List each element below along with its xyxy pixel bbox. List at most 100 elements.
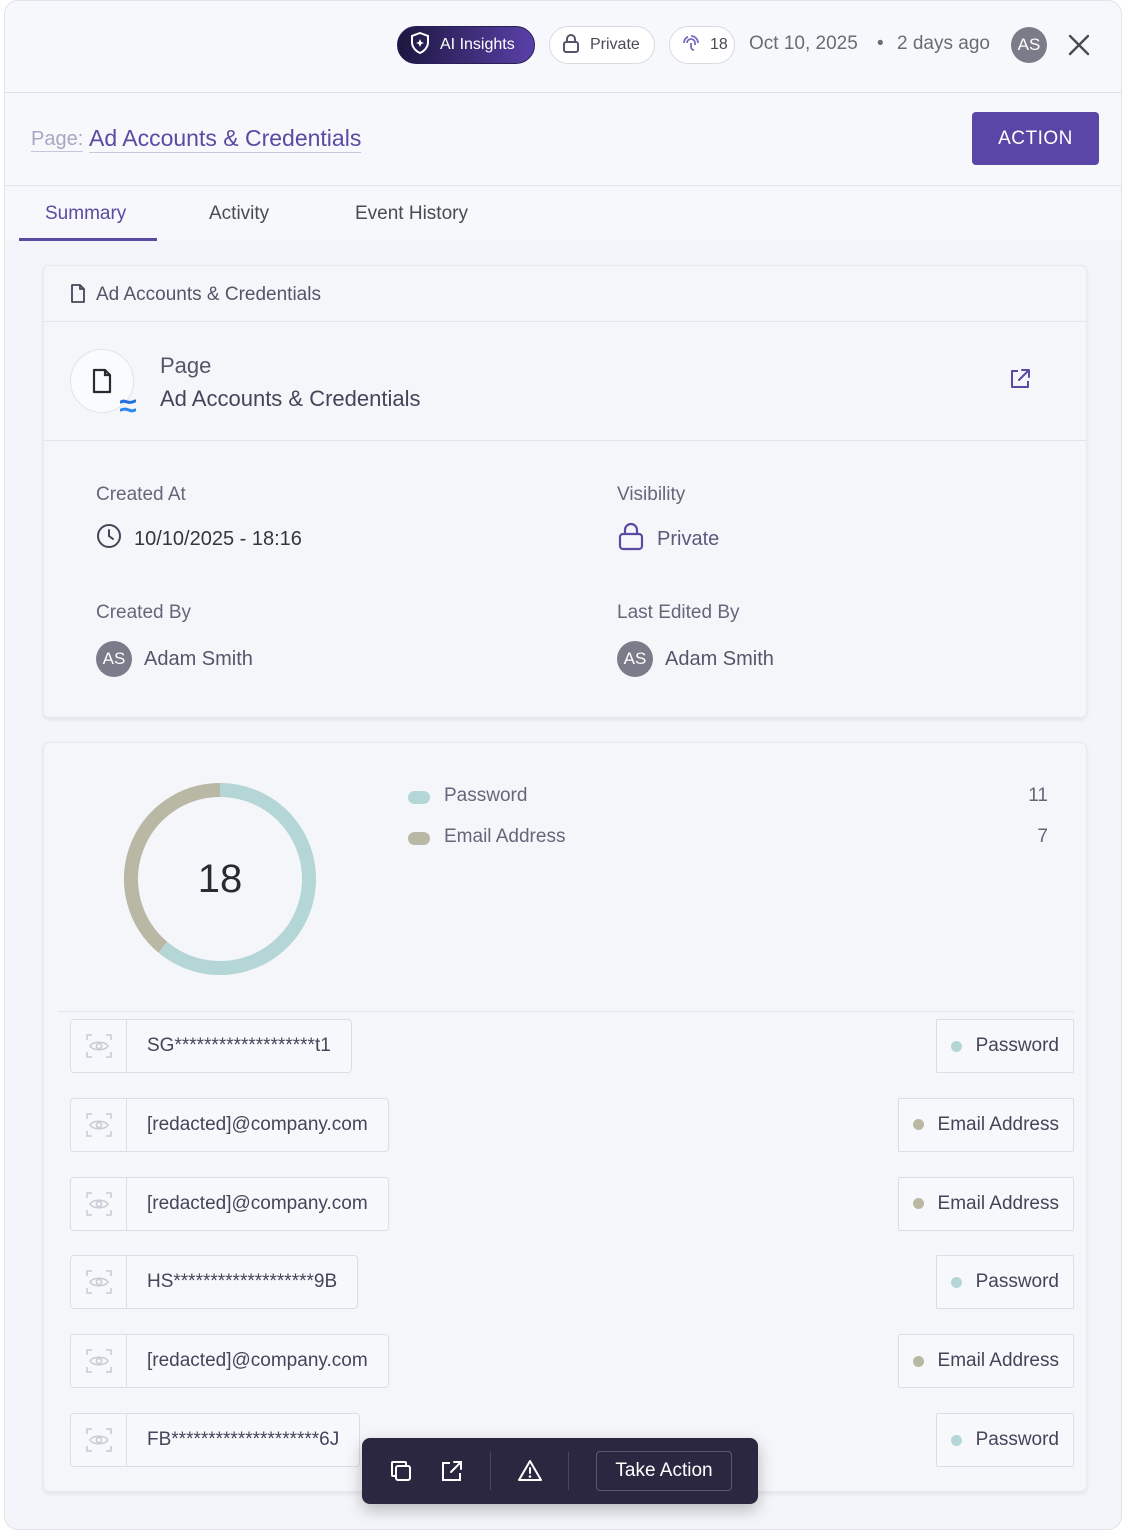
avatar[interactable]: AS: [1011, 27, 1047, 63]
take-action-button[interactable]: Take Action: [596, 1451, 732, 1491]
date-separator: •: [877, 33, 884, 54]
finding-type-label: Email Address: [937, 1192, 1059, 1214]
secret-value: [redacted]@company.com: [147, 1192, 368, 1214]
findings-card: 18 Password 11 Email Address 7 SG**********…: [43, 742, 1087, 1492]
secret-value-field: SG*******************t1: [70, 1019, 352, 1073]
page-resource-row: Page Ad Accounts & Credentials: [44, 323, 1086, 441]
secret-value: SG*******************t1: [147, 1035, 331, 1056]
secret-value-field: FB********************6J: [70, 1413, 361, 1467]
finding-row[interactable]: SG*******************t1 Password: [44, 1019, 1086, 1073]
created-at-value: 10/10/2025 - 18:16: [96, 523, 302, 555]
confluence-icon: [119, 399, 137, 418]
resource-name: Ad Accounts & Credentials: [160, 386, 421, 411]
ai-insights-button[interactable]: AI Insights: [397, 26, 535, 64]
details-card: Ad Accounts & Credentials Page Ad Accoun…: [43, 265, 1087, 718]
page-title-link[interactable]: Ad Accounts & Credentials: [89, 125, 362, 153]
tab-event-history[interactable]: Event History: [355, 203, 468, 225]
visibility-label: Visibility: [617, 484, 686, 505]
shield-sparkle-icon: [410, 31, 430, 59]
resource-type: Page: [160, 353, 212, 378]
external-link-icon[interactable]: [439, 1458, 465, 1484]
secret-value-field: [redacted]@company.com: [70, 1097, 389, 1152]
top-bar: AI Insights Private 18 Oct 10, 2025 • 2 …: [5, 1, 1121, 93]
type-dot: [912, 1198, 924, 1210]
secret-value-field: HS*******************9B: [70, 1255, 359, 1310]
findings-count-pill[interactable]: 18: [669, 26, 735, 64]
external-link-icon[interactable]: [1008, 367, 1032, 396]
legend-value: 7: [1037, 826, 1048, 847]
copy-icon[interactable]: [388, 1458, 414, 1484]
legend-item[interactable]: Password 11: [408, 785, 1048, 811]
fingerprint-icon: [682, 34, 700, 57]
created-at-text: 10/10/2025 - 18:16: [134, 527, 302, 550]
close-icon[interactable]: [1065, 31, 1093, 59]
finding-row[interactable]: [redacted]@company.com Email Address: [44, 1176, 1086, 1231]
visibility-value: Private: [617, 521, 719, 557]
visibility-pill-label: Private: [590, 36, 640, 53]
legend-swatch: [408, 832, 430, 845]
visibility-pill[interactable]: Private: [549, 26, 655, 64]
finding-type-label: Password: [975, 1035, 1059, 1056]
avatar: AS: [96, 641, 132, 677]
finding-type-label: Email Address: [937, 1350, 1059, 1372]
legend-label: Password: [444, 785, 528, 806]
document-icon: [70, 284, 86, 308]
type-dot: [950, 1434, 962, 1446]
reveal-eye-icon[interactable]: [71, 1177, 127, 1230]
reveal-eye-icon[interactable]: [71, 1414, 127, 1466]
active-tab-indicator: [19, 238, 157, 241]
tab-summary[interactable]: Summary: [45, 203, 126, 225]
created-by-name: Adam Smith: [144, 647, 253, 670]
clock-icon: [96, 523, 122, 555]
last-edited-value: AS Adam Smith: [617, 641, 774, 677]
warning-icon[interactable]: [517, 1458, 543, 1484]
lock-icon: [562, 33, 580, 58]
divider: [58, 1011, 1074, 1012]
type-dot: [912, 1355, 924, 1367]
finding-row[interactable]: [redacted]@company.com Email Address: [44, 1097, 1086, 1152]
reveal-eye-icon[interactable]: [71, 1098, 127, 1151]
created-by-value: AS Adam Smith: [96, 641, 253, 677]
finding-type-label: Password: [975, 1271, 1059, 1293]
secret-value-field: [redacted]@company.com: [70, 1334, 389, 1389]
tab-bar: Summary Activity Event History: [5, 187, 1121, 241]
legend-item[interactable]: Email Address 7: [408, 826, 1048, 852]
tab-activity[interactable]: Activity: [209, 203, 269, 225]
secret-value: [redacted]@company.com: [147, 1350, 368, 1372]
secret-value: FB********************6J: [147, 1429, 340, 1450]
finding-row[interactable]: HS*******************9B Password: [44, 1255, 1086, 1310]
findings-count: 18: [710, 36, 728, 53]
secret-value-field: [redacted]@company.com: [70, 1176, 389, 1231]
type-dot: [950, 1040, 962, 1052]
finding-type-label: Password: [975, 1429, 1059, 1450]
finding-type-badge: Password: [935, 1019, 1074, 1073]
secret-value: HS*******************9B: [147, 1271, 338, 1293]
created-by-label: Created By: [96, 602, 192, 623]
finding-type-badge: Email Address: [897, 1097, 1074, 1152]
donut-total: 18: [197, 856, 243, 901]
type-dot: [950, 1276, 962, 1288]
legend-value: 11: [1028, 785, 1048, 806]
finding-detail-panel: AI Insights Private 18 Oct 10, 2025 • 2 …: [4, 0, 1122, 1530]
lock-icon: [617, 521, 645, 557]
last-edited-label: Last Edited By: [617, 602, 740, 623]
toolbar-divider: [490, 1452, 491, 1490]
finding-type-badge: Email Address: [897, 1334, 1074, 1389]
type-dot: [912, 1119, 924, 1131]
finding-type-badge: Email Address: [897, 1176, 1074, 1231]
created-date: Oct 10, 2025: [749, 33, 858, 54]
finding-type-label: Email Address: [937, 1113, 1059, 1135]
created-at-label: Created At: [96, 484, 186, 505]
details-card-title: Ad Accounts & Credentials: [96, 284, 321, 305]
avatar: AS: [617, 641, 653, 677]
action-button[interactable]: ACTION: [972, 112, 1099, 165]
finding-row[interactable]: [redacted]@company.com Email Address: [44, 1334, 1086, 1389]
secret-value: [redacted]@company.com: [147, 1113, 368, 1135]
relative-time: 2 days ago: [897, 33, 990, 54]
reveal-eye-icon[interactable]: [71, 1256, 127, 1309]
details-card-header: Ad Accounts & Credentials: [44, 266, 1086, 322]
reveal-eye-icon[interactable]: [71, 1335, 127, 1388]
ai-insights-label: AI Insights: [440, 36, 515, 53]
page-header: Page: Ad Accounts & Credentials ACTION: [5, 94, 1121, 186]
reveal-eye-icon[interactable]: [71, 1020, 127, 1072]
